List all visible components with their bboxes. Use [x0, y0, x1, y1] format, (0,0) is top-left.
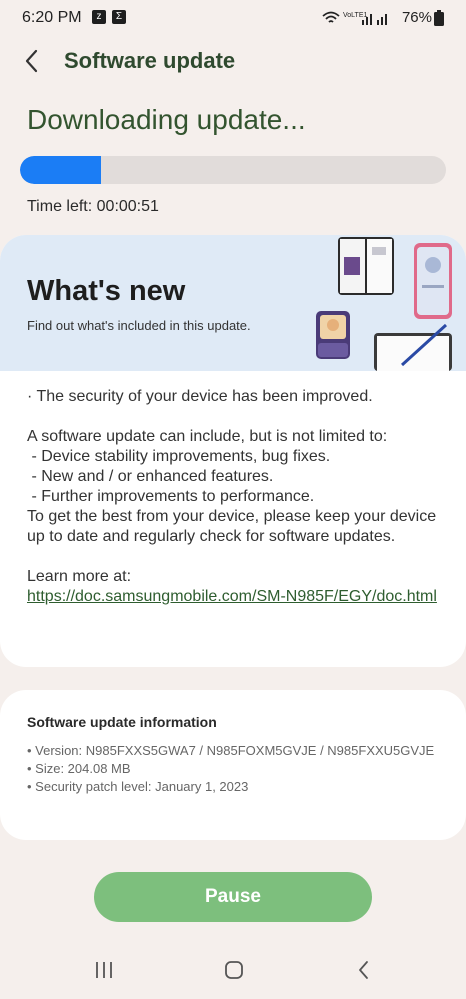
info-security-patch: • Security patch level: January 1, 2023 — [27, 779, 249, 794]
info-version: • Version: N985FXXS5GWA7 / N985FOXM5GVJE… — [27, 743, 435, 758]
bullet-item: - New and / or enhanced features. — [27, 468, 274, 485]
update-advice: To get the best from your device, please… — [27, 508, 441, 545]
whats-new-body: · The security of your device has been i… — [27, 387, 442, 607]
learn-more-label: Learn more at: — [27, 568, 132, 585]
update-info-list: • Version: N985FXXS5GWA7 / N985FOXM5GVJE… — [27, 742, 447, 796]
whats-new-title: What's new — [27, 275, 186, 307]
time-left: Time left: 00:00:51 — [27, 198, 159, 215]
devices-illustration — [316, 237, 452, 371]
page-title: Software update — [64, 48, 236, 73]
chevron-left-icon[interactable] — [20, 47, 44, 75]
back-icon[interactable] — [352, 958, 376, 982]
status-time: 6:20 PM — [22, 9, 82, 26]
home-icon[interactable] — [222, 958, 246, 982]
whats-new-hero: What's new Find out what's included in t… — [0, 235, 466, 371]
info-size: • Size: 204.08 MB — [27, 761, 131, 776]
sigma-icon: Σ — [112, 10, 126, 24]
battery-percent: 76% — [401, 9, 432, 26]
status-bar: 6:20 PM z Σ VoLTE1 76% — [0, 0, 466, 36]
update-info-title: Software update information — [27, 714, 217, 730]
download-progress-bar — [20, 156, 446, 184]
battery-icon — [434, 10, 444, 26]
download-progress-fill — [20, 156, 101, 184]
download-status-title: Downloading update... — [27, 104, 306, 135]
navigation-bar — [0, 950, 466, 990]
signal-icons: VoLTE1 — [322, 11, 387, 25]
whats-new-card: What's new Find out what's included in t… — [0, 235, 466, 667]
z-icon: z — [92, 10, 106, 24]
recent-apps-icon[interactable] — [92, 958, 116, 982]
volte-label: VoLTE1 — [343, 12, 367, 19]
bullet-item: - Further improvements to performance. — [27, 488, 315, 505]
whats-new-subtitle: Find out what's included in this update. — [27, 318, 251, 333]
security-line: · The security of your device has been i… — [27, 388, 373, 405]
bullet-item: - Device stability improvements, bug fix… — [27, 448, 331, 465]
update-info-card: Software update information • Version: N… — [0, 690, 466, 840]
learn-more-link[interactable]: https://doc.samsungmobile.com/SM-N985F/E… — [27, 588, 437, 605]
update-intro: A software update can include, but is no… — [27, 428, 388, 445]
pause-button[interactable]: Pause — [94, 872, 372, 922]
